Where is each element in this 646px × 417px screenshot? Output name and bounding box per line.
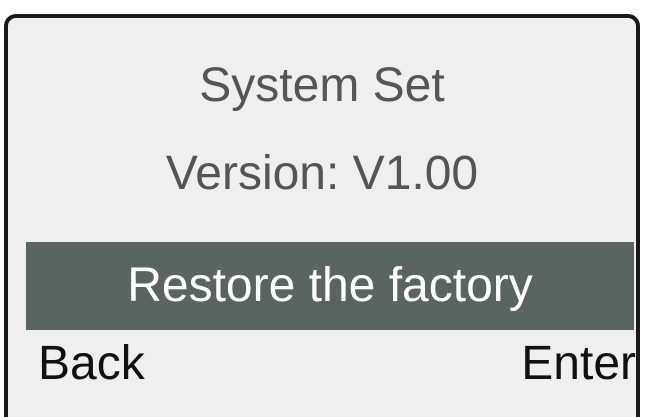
- version-line: Version: V1.00: [8, 146, 636, 202]
- device-screen: System Set Version: V1.00 Restore the fa…: [4, 14, 640, 417]
- version-value: V1.00: [352, 147, 479, 200]
- page-title: System Set: [199, 59, 445, 112]
- enter-softkey[interactable]: Enter: [521, 336, 636, 392]
- back-softkey[interactable]: Back: [38, 336, 145, 392]
- menu-item-restore-factory[interactable]: Restore the factory: [26, 242, 634, 330]
- version-label: Version:: [165, 147, 340, 200]
